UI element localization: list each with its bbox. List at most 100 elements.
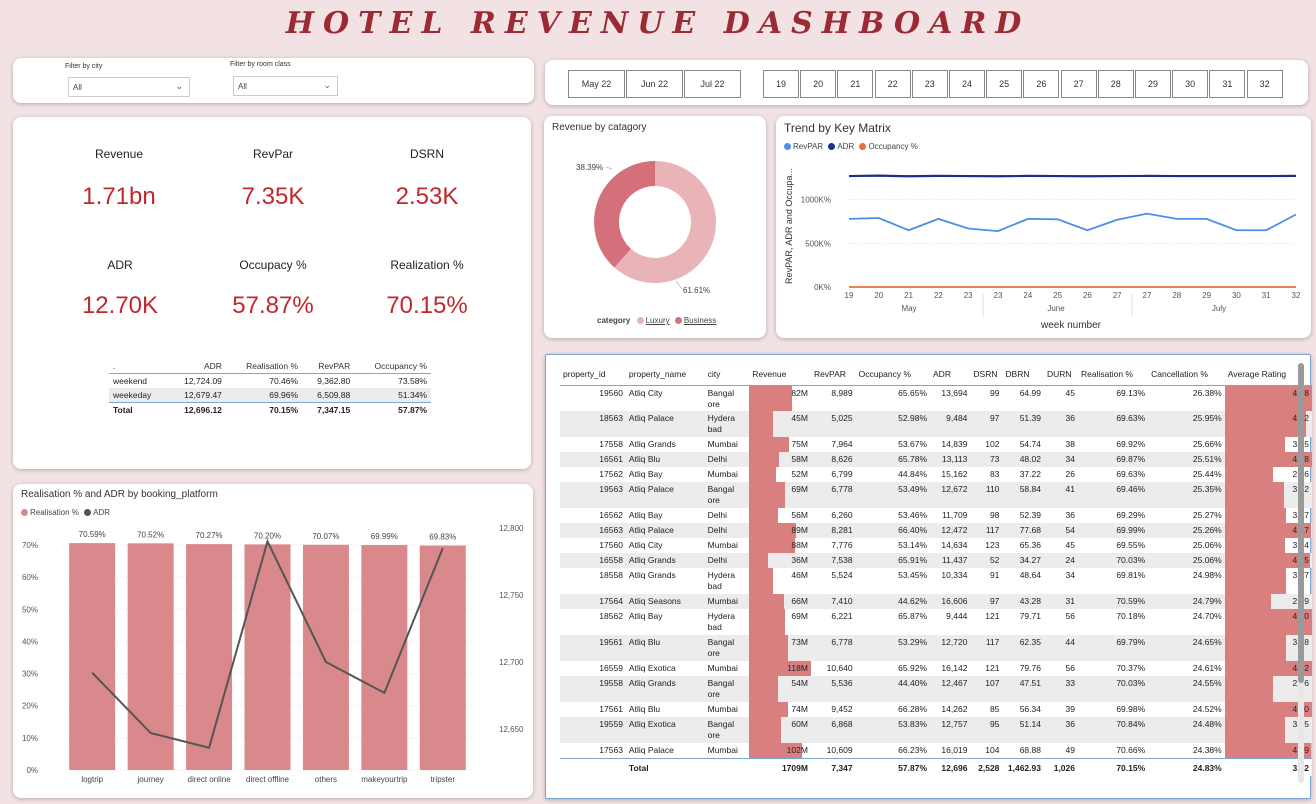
revenue-cell: 46M — [749, 568, 811, 594]
table-row[interactable]: 19563 Atliq Palace Bangal​ore 69M 6,778 53.49… — [560, 482, 1312, 508]
occupancy-cell: 44.84% — [898, 469, 928, 479]
dbrn-cell: 79.71 — [1019, 611, 1041, 621]
table-row[interactable]: 18563 Atliq Palace Hydera​bad 45M 5,025 52.98… — [560, 411, 1312, 437]
revenue-value: 36M — [791, 555, 808, 565]
bar-others[interactable] — [302, 544, 349, 770]
table-row[interactable]: 17561 Atliq Blu Mumbai 74M 9,452 66.28% 14,262… — [560, 702, 1312, 717]
month-tile-2[interactable]: Jun 22 — [626, 70, 683, 98]
durn-cell: 49 — [1065, 745, 1075, 755]
x-tick-label: 29 — [1202, 291, 1211, 300]
bar-direct-offline[interactable] — [244, 544, 291, 770]
series-line-adr[interactable] — [848, 174, 1297, 178]
table-row[interactable]: 17562 Atliq Bay Mumbai 52M 6,799 44.84% 15,162… — [560, 467, 1312, 482]
table-row[interactable]: 16558 Atliq Grands Delhi 36M 7,538 65.91% 11,4… — [560, 553, 1312, 568]
col-header-property-id[interactable]: property_id — [560, 363, 626, 386]
legend-business[interactable]: Business — [684, 316, 716, 325]
revpar-cell: 10,609 — [826, 745, 853, 755]
series-line-revpar[interactable] — [848, 212, 1297, 233]
table-row[interactable]: 17560 Atliq City Mumbai 88M 7,776 53.14% 14,63… — [560, 538, 1312, 553]
col-header-dbrn[interactable]: DBRN — [1002, 363, 1044, 386]
realisation-cell: 69.46% — [1078, 482, 1149, 508]
property-id-cell: 18563 — [560, 411, 626, 437]
adr-cell: 15,162 — [941, 469, 968, 479]
bar-direct-online[interactable] — [186, 544, 233, 770]
col-header-durn[interactable]: DURN — [1043, 363, 1078, 386]
col-header-dsrn[interactable]: DSRN — [970, 363, 1003, 386]
bar-logtrip[interactable] — [69, 543, 116, 770]
dsrn-cell: 85 — [989, 704, 1000, 714]
week-tile-24[interactable]: 24 — [949, 70, 985, 98]
bar-makeyourtrip[interactable] — [361, 545, 408, 770]
total-label — [560, 757, 626, 776]
table-row[interactable]: 16559 Atliq Exotica Mumbai 118M 10,640 65.92%… — [560, 661, 1312, 676]
col-header-realisation-[interactable]: Realisation % — [1078, 363, 1149, 386]
col-header-adr[interactable]: ADR — [930, 363, 971, 386]
dsrn-cell: 98 — [989, 510, 1000, 520]
week-tile-22[interactable]: 22 — [874, 70, 911, 98]
revenue-cell: 36M — [749, 553, 811, 568]
realisation-cell: 70.18% — [1116, 611, 1146, 621]
week-tile-26[interactable]: 26 — [1023, 70, 1060, 98]
chevron-down-icon: ⌄ — [175, 81, 183, 91]
property-name-cell: Atliq Blu — [625, 452, 705, 467]
table-row[interactable]: 16561 Atliq Blu Delhi 58M 8,626 65.78% 13,113 7… — [560, 452, 1312, 467]
room-filter-dropdown[interactable]: All ⌄ — [233, 76, 338, 96]
bar-tripster[interactable] — [419, 545, 466, 770]
week-tile-31[interactable]: 31 — [1209, 70, 1246, 98]
realisation-cell: 69.99% — [1078, 523, 1149, 538]
realisation-cell: 69.55% — [1116, 540, 1146, 550]
property-id-cell: 17562 — [599, 469, 623, 479]
table-row[interactable]: 17564 Atliq Seasons Mumbai 66M 7,410 44.62% 16… — [560, 594, 1312, 609]
week-tile-19[interactable]: 19 — [763, 70, 799, 98]
col-header-occupancy-[interactable]: Occupancy % — [855, 363, 931, 386]
durn-cell: 56 — [1065, 663, 1075, 673]
col-header[interactable]: ADR — [168, 359, 226, 374]
city-filter-dropdown[interactable]: All ⌄ — [68, 77, 190, 97]
week-tile-29[interactable]: 29 — [1135, 70, 1171, 98]
table-row[interactable]: 17558 Atliq Grands Mumbai 75M 7,964 53.67% 14,… — [560, 437, 1312, 452]
week-tile-28[interactable]: 28 — [1097, 70, 1134, 98]
table-row[interactable]: 19560 Atliq City Bangal​ore 82M 8,989 65.65% 1… — [560, 385, 1312, 411]
donut-slice-business[interactable] — [594, 161, 655, 268]
table-row[interactable]: 19558 Atliq Grands Bangal​ore 54M 5,536 44.40… — [560, 676, 1312, 702]
month-tile-1[interactable]: May 22 — [568, 70, 625, 98]
week-tile-30[interactable]: 30 — [1172, 70, 1209, 98]
col-header[interactable]: Realisation % — [226, 359, 302, 374]
y2-tick-label: 12,650 — [499, 725, 524, 734]
property-id-cell: 16559 — [599, 663, 623, 673]
table-row[interactable]: 18558 Atliq Grands Hydera​bad 46M 5,524 53.45… — [560, 568, 1312, 594]
week-tile-20[interactable]: 20 — [800, 70, 837, 98]
col-header-city[interactable]: city — [704, 363, 750, 386]
adr-cell: 10,334 — [941, 570, 968, 580]
revenue-value: 52M — [791, 469, 808, 479]
col-header-revpar[interactable]: RevPAR — [810, 363, 856, 386]
week-tile-27[interactable]: 27 — [1060, 70, 1097, 98]
col-header-property-name[interactable]: property_name — [625, 363, 705, 386]
revenue-value: 46M — [791, 570, 808, 580]
revenue-value: 88M — [791, 540, 808, 550]
week-tile-23[interactable]: 23 — [911, 70, 948, 98]
table-row[interactable]: 18562 Atliq Bay Hydera​bad 69M 6,221 65.87% 9,… — [560, 609, 1312, 635]
col-header[interactable]: Occupancy % — [354, 359, 431, 374]
table-row[interactable]: 19561 Atliq Blu Bangal​ore 73M 6,778 53.29% 12… — [560, 635, 1312, 661]
table-scrollbar-thumb[interactable] — [1298, 363, 1304, 683]
table-row[interactable]: 16563 Atliq Palace Delhi 89M 8,281 66.40% 12,4… — [560, 523, 1312, 538]
week-tile-25[interactable]: 25 — [986, 70, 1023, 98]
adr-cell: 11,437 — [930, 553, 971, 568]
city-cell: Bangal​ore — [704, 482, 750, 508]
month-tile-3[interactable]: Jul 22 — [684, 70, 741, 98]
dbrn-cell: 48.64 — [1019, 570, 1041, 580]
durn-cell: 39 — [1065, 704, 1075, 714]
property-name-cell: Atliq Grands — [625, 553, 705, 568]
table-row[interactable]: 16562 Atliq Bay Delhi 56M 6,260 53.46% 11,709 9… — [560, 508, 1312, 523]
week-tile-21[interactable]: 21 — [837, 70, 874, 98]
legend-luxury[interactable]: Luxury — [646, 316, 670, 325]
x-tick-label: 23 — [994, 291, 1003, 300]
table-row[interactable]: 17563 Atliq Palace Mumbai 102M 10,609 66.23% 1… — [560, 743, 1312, 758]
col-header-cancellation-[interactable]: Cancellation % — [1148, 363, 1225, 386]
col-header-revenue[interactable]: Revenue — [749, 363, 811, 386]
col-header[interactable]: RevPAR — [302, 359, 354, 374]
table-row[interactable]: 19559 Atliq Exotica Bangal​ore 60M 6,868 53.8… — [560, 717, 1312, 743]
week-tile-32[interactable]: 32 — [1246, 70, 1283, 98]
bar-journey[interactable] — [127, 543, 174, 770]
